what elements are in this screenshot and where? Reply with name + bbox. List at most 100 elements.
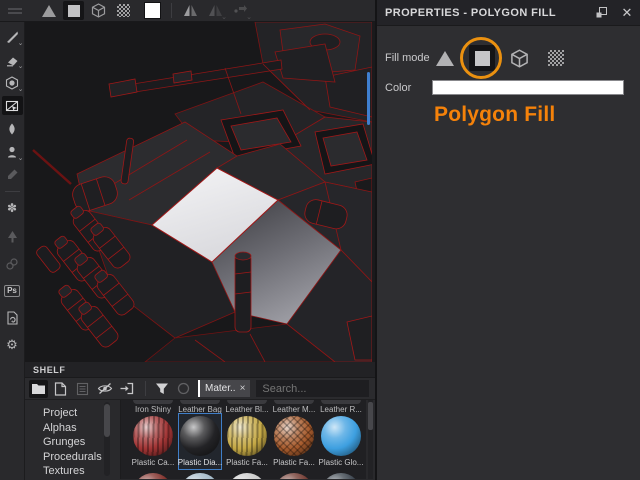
filter-button[interactable]	[152, 380, 171, 398]
color-row: Color	[377, 80, 624, 95]
material-cell[interactable]: Leather M... Plastic Fa...	[271, 400, 317, 479]
material-label: Plastic Glo...	[318, 458, 364, 467]
chevron-down-icon: ⌄	[221, 14, 227, 21]
color-swatch-button[interactable]	[142, 1, 163, 20]
category-scrollbar[interactable]	[104, 402, 110, 476]
chevron-down-icon: ⌄	[17, 63, 24, 70]
cube-mode-button[interactable]	[88, 1, 109, 20]
color-label: Color	[385, 81, 412, 94]
material-label: Leather M...	[272, 405, 316, 414]
checker-mode-icon	[117, 4, 130, 17]
symmetry-options-button[interactable]: ⌄	[205, 1, 227, 21]
sync-button[interactable]	[174, 380, 193, 398]
color-swatch	[144, 2, 161, 19]
viewport-3d[interactable]	[25, 22, 372, 362]
object-fill-button[interactable]	[506, 45, 532, 71]
shelf-title: SHELF	[33, 364, 66, 375]
material-sphere-partial[interactable]	[274, 473, 314, 479]
filter-tag-label: Mater..	[205, 383, 236, 394]
material-sphere-partial[interactable]	[133, 473, 173, 479]
link-tool[interactable]	[2, 254, 23, 273]
triangle-mode-button[interactable]	[38, 1, 59, 20]
material-label: Iron Shiny	[134, 405, 172, 414]
folder-view-button[interactable]	[29, 379, 48, 398]
toolbar-grip[interactable]	[8, 6, 22, 16]
resources-updater-plugin[interactable]	[2, 308, 23, 327]
shelf-toolbar-separator	[145, 381, 146, 396]
particles-icon: ✽	[6, 200, 18, 215]
materials-scrollbar[interactable]	[368, 400, 373, 479]
annotation-text: Polygon Fill	[434, 103, 556, 126]
eye-off-icon	[97, 383, 112, 394]
triangle-fill-button[interactable]	[432, 45, 458, 71]
hide-resources-button[interactable]	[95, 380, 114, 398]
material-cell[interactable]: Leather R... Plastic Glo...	[318, 400, 364, 479]
material-cell-selected[interactable]: Leather Bag Plastic Dia...	[177, 400, 223, 479]
material-label: Plastic Ca...	[131, 458, 175, 467]
annotation-circle	[460, 37, 502, 79]
symmetry-button[interactable]	[180, 1, 201, 20]
undock-button[interactable]	[588, 4, 614, 22]
chevron-down-icon: ⌄	[17, 86, 24, 93]
remove-filter-icon[interactable]: ×	[240, 383, 246, 394]
material-sliver	[227, 400, 267, 404]
checker-fill-button[interactable]	[543, 45, 569, 71]
new-resource-button[interactable]	[51, 380, 70, 398]
resources-doc-icon	[6, 310, 18, 325]
object-fill-icon	[510, 48, 528, 68]
projection-tool[interactable]: ⌄	[2, 73, 24, 93]
import-resources-button[interactable]	[117, 380, 136, 398]
sidebar-divider	[4, 191, 20, 192]
import-icon	[120, 382, 134, 395]
material-label: Leather R...	[320, 405, 362, 414]
shelf-header: SHELF	[25, 362, 375, 378]
material-picker-tool[interactable]	[2, 165, 23, 184]
material-sphere[interactable]	[180, 416, 220, 456]
folder-icon	[32, 384, 45, 394]
photoshop-export-plugin[interactable]: Ps	[2, 281, 23, 300]
smudge-icon	[9, 123, 15, 134]
smudge-tool[interactable]	[2, 119, 23, 138]
polygon-fill-tool[interactable]	[1, 96, 23, 115]
save-resource-button[interactable]	[73, 380, 92, 398]
tree-icon	[7, 230, 17, 242]
polygon-fill-icon	[5, 100, 19, 111]
material-sliver	[274, 400, 314, 404]
material-filter-tag[interactable]: Mater.. ×	[198, 380, 251, 397]
material-sphere[interactable]	[321, 416, 361, 456]
material-sphere-partial[interactable]	[321, 473, 361, 479]
eraser-tool[interactable]: ⌄	[2, 50, 24, 70]
checker-mode-button[interactable]	[113, 1, 134, 20]
material-sphere[interactable]	[274, 416, 314, 456]
tree-generator-tool[interactable]	[2, 227, 23, 246]
material-sphere[interactable]	[133, 416, 173, 456]
material-sphere-partial[interactable]	[180, 473, 220, 479]
triangle-fill-icon	[436, 50, 454, 66]
viewport-scrollbar[interactable]	[367, 72, 370, 125]
material-cell[interactable]: Iron Shiny Plastic Ca...	[130, 400, 176, 479]
materials-grid: Iron Shiny Plastic Ca... Leather Bag Pla…	[121, 400, 366, 479]
material-sliver	[133, 400, 173, 404]
filter-funnel-icon	[155, 383, 168, 394]
close-panel-button[interactable]: ✕	[614, 4, 640, 22]
square-mode-button[interactable]	[63, 1, 84, 20]
checker-fill-icon	[548, 50, 564, 66]
material-sphere-partial[interactable]	[227, 473, 267, 479]
clone-stamp-tool[interactable]: ⌄	[2, 142, 24, 162]
pivot-button[interactable]: ⌄	[230, 1, 252, 21]
material-sphere[interactable]	[227, 416, 267, 456]
properties-panel: PROPERTIES - POLYGON FILL ✕ Fill mode Co…	[375, 0, 640, 480]
material-label: Leather Bl...	[225, 405, 269, 414]
material-sliver	[180, 400, 220, 404]
chevron-down-icon: ⌄	[246, 14, 252, 21]
particles-tool[interactable]: ✽	[2, 198, 23, 217]
close-icon: ✕	[621, 4, 633, 20]
paint-brush-tool[interactable]: ⌄	[2, 27, 24, 47]
shelf-panel: SHELF Mater.. × Search... Project Alphas…	[25, 362, 375, 480]
settings-plugin[interactable]: ⚙	[2, 335, 23, 354]
square-mode-icon	[67, 4, 80, 17]
search-input[interactable]	[256, 380, 369, 397]
material-cell[interactable]: Leather Bl... Plastic Fa...	[224, 400, 270, 479]
color-value-bar[interactable]	[432, 80, 624, 95]
properties-header: PROPERTIES - POLYGON FILL ✕	[377, 0, 640, 26]
